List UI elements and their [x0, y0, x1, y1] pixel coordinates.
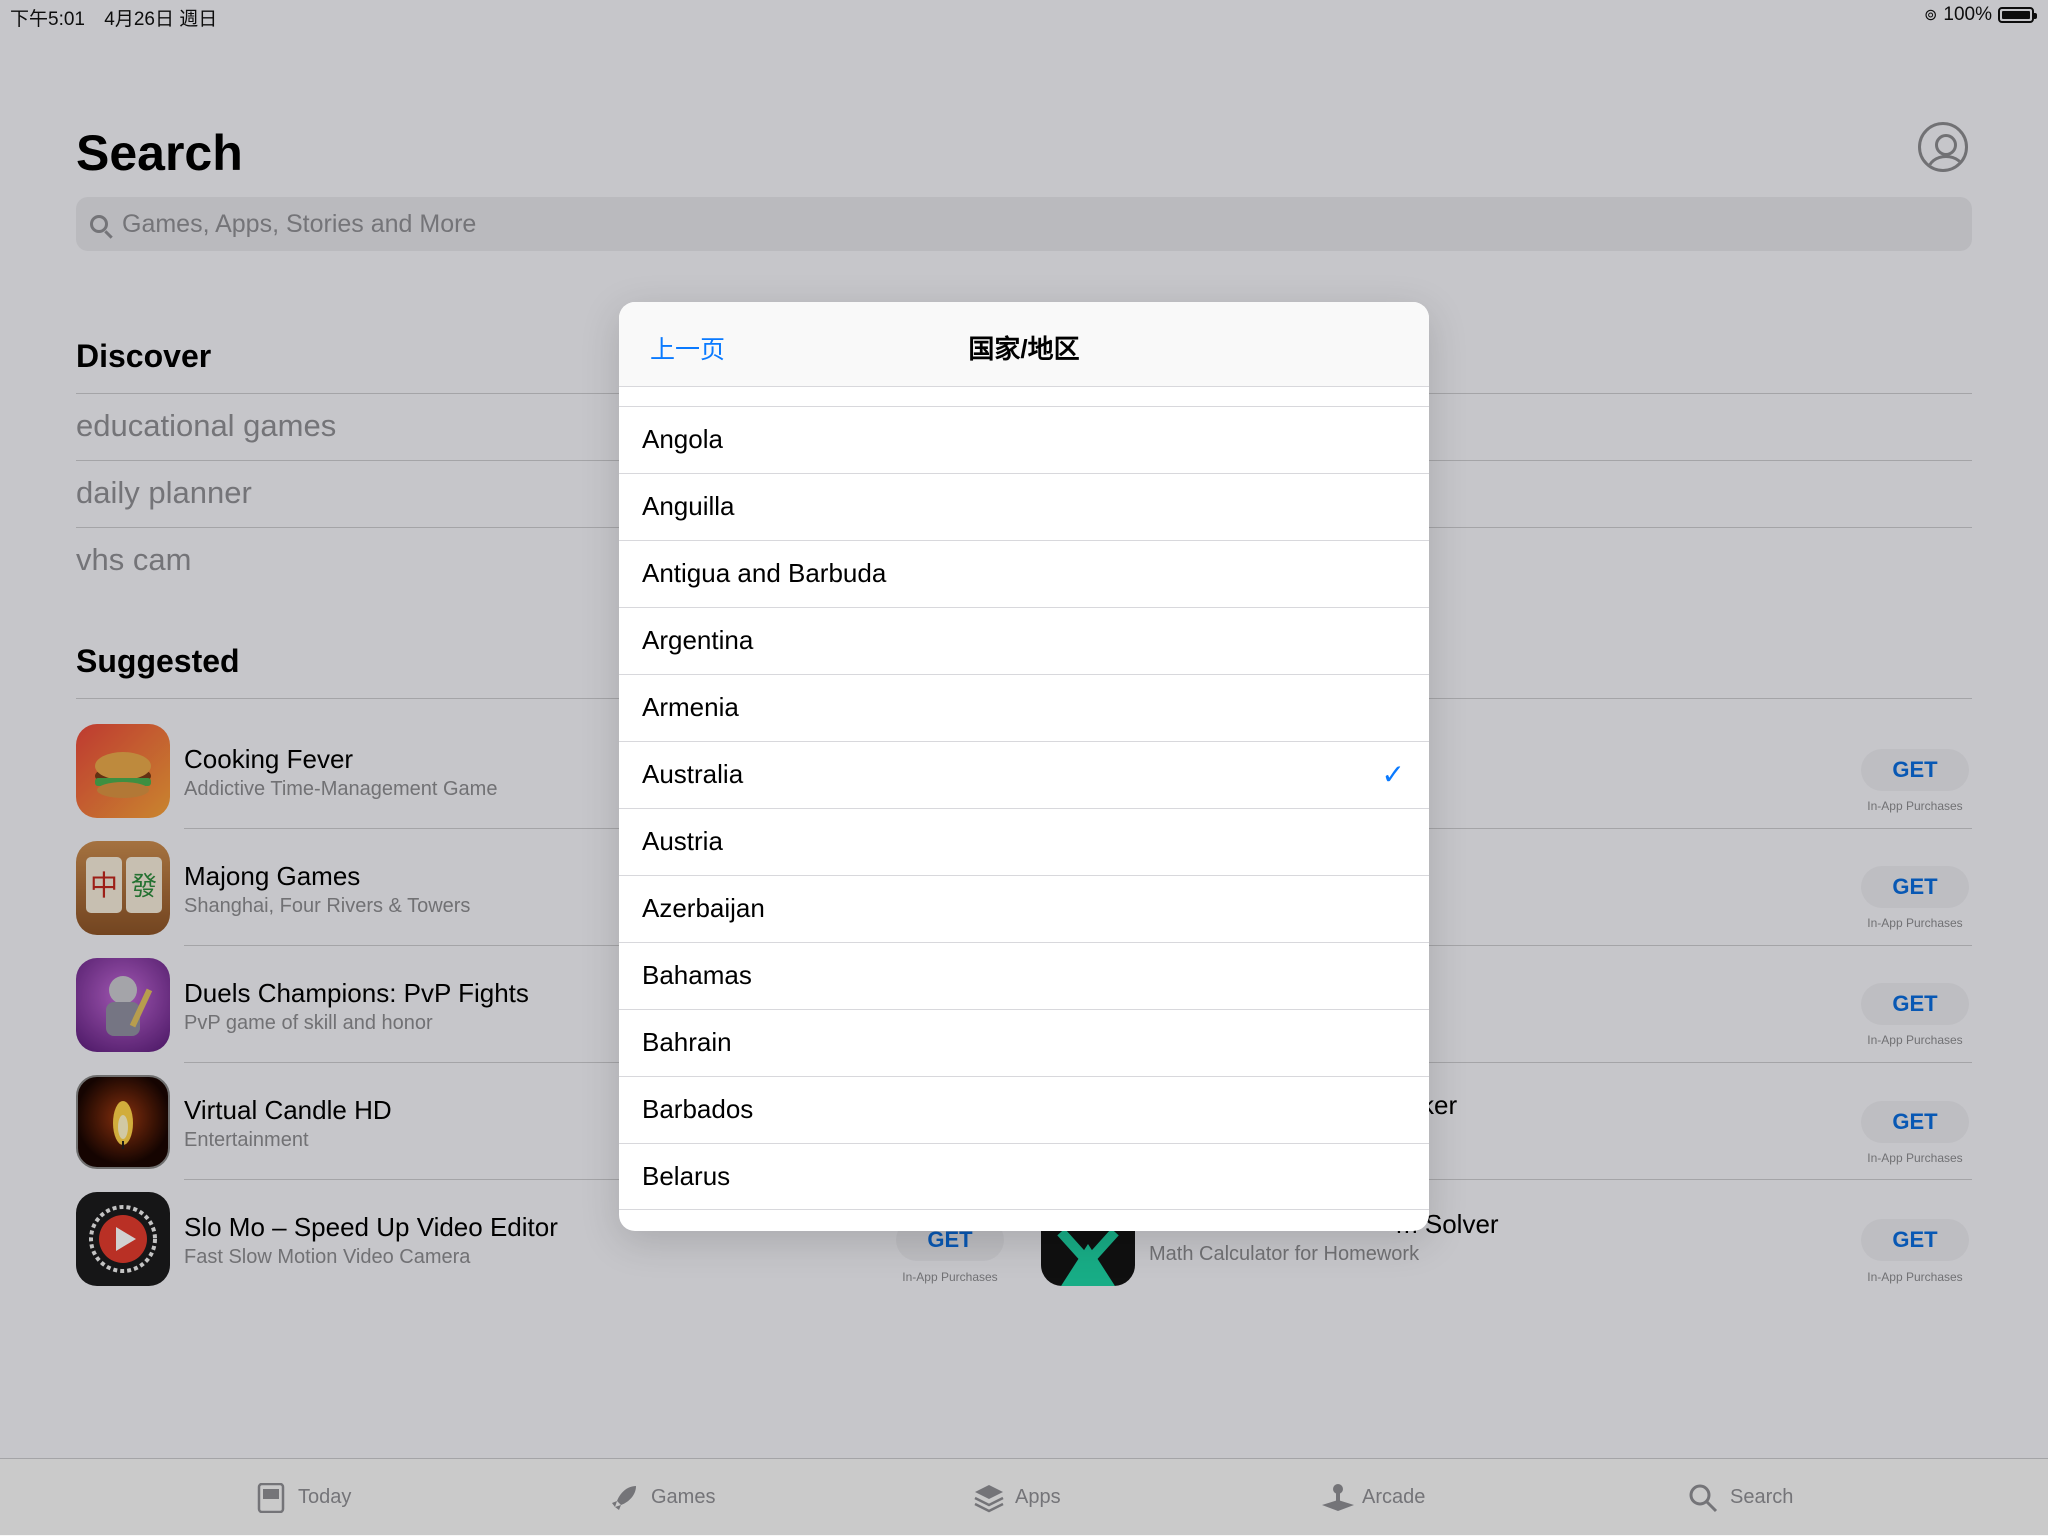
country-picker-modal: 上一页 国家/地区 Angola Anguilla Antigua and Ba…: [619, 302, 1429, 1231]
checkmark-icon: ✓: [1381, 759, 1405, 790]
modal-header: 上一页 国家/地区: [619, 302, 1429, 387]
country-name: Armenia: [642, 692, 739, 722]
country-name: Bahamas: [642, 960, 752, 990]
country-row[interactable]: Bahrain: [619, 1009, 1429, 1076]
country-row[interactable]: Barbados: [619, 1076, 1429, 1143]
modal-title: 国家/地区: [968, 334, 1080, 364]
country-row[interactable]: Antigua and Barbuda: [619, 540, 1429, 607]
country-row-selected[interactable]: Australia ✓: [619, 741, 1429, 808]
country-name: Austria: [642, 826, 723, 856]
country-row[interactable]: Argentina: [619, 607, 1429, 674]
country-row[interactable]: Bahamas: [619, 942, 1429, 1009]
country-name: Bahrain: [642, 1027, 732, 1057]
country-row[interactable]: Angola: [619, 406, 1429, 473]
country-name: Barbados: [642, 1094, 754, 1124]
country-row[interactable]: Austria: [619, 808, 1429, 875]
country-name: Belarus: [642, 1161, 731, 1191]
country-row[interactable]: Belarus: [619, 1143, 1429, 1210]
country-name: Antigua and Barbuda: [642, 558, 887, 588]
country-name: Azerbaijan: [642, 893, 765, 923]
country-row[interactable]: Armenia: [619, 674, 1429, 741]
country-list[interactable]: Angola Anguilla Antigua and Barbuda Arge…: [619, 406, 1429, 1210]
country-name: Australia: [642, 759, 744, 789]
country-name: Argentina: [642, 625, 754, 655]
country-name: Anguilla: [642, 491, 735, 521]
country-row[interactable]: Azerbaijan: [619, 875, 1429, 942]
country-row[interactable]: Anguilla: [619, 473, 1429, 540]
country-name: Angola: [642, 424, 723, 454]
